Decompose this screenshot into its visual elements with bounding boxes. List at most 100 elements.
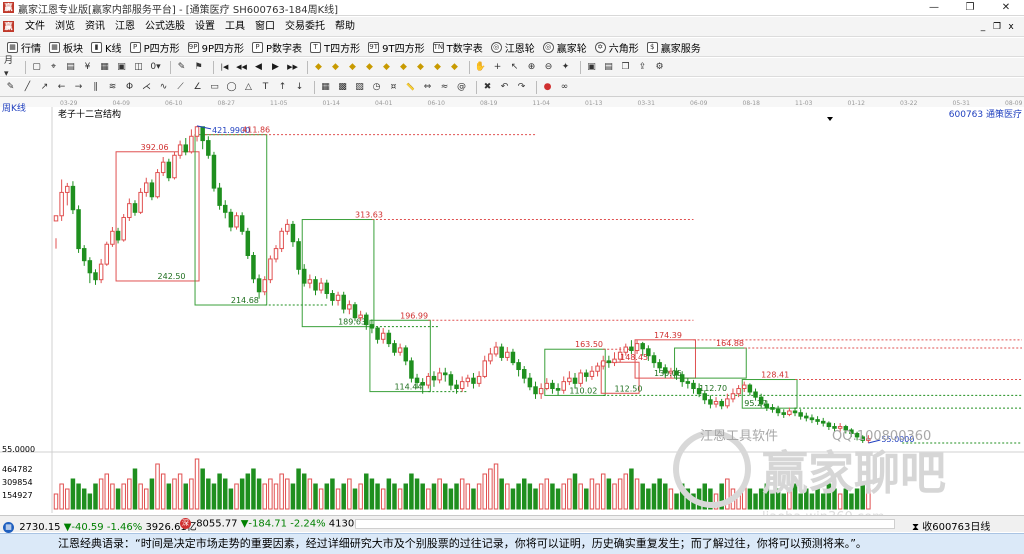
diamond-7-icon[interactable]: ◆	[414, 61, 427, 74]
menu-settings[interactable]: 设置	[190, 20, 220, 34]
magic-icon[interactable]: ✦	[559, 61, 572, 74]
finance-icon[interactable]: ¥	[81, 61, 94, 74]
drawing-set-icon[interactable]: ✎	[175, 61, 188, 74]
arrow-right-icon[interactable]: →	[72, 81, 85, 94]
toolbar-button-blocks[interactable]: ▦ 板块	[46, 40, 88, 55]
angle-icon[interactable]: ∠	[191, 81, 204, 94]
toolbar-button-p-number[interactable]: P P数字表	[249, 40, 307, 55]
channel-icon[interactable]: ≋	[106, 81, 119, 94]
parallel-icon[interactable]: ∥	[89, 81, 102, 94]
info-icon[interactable]: ◫	[132, 61, 145, 74]
period-dropdown-icon[interactable]: 月▾	[4, 56, 17, 79]
menu-gann[interactable]: 江恩	[110, 20, 140, 34]
menu-trade[interactable]: 交易委托	[280, 20, 330, 34]
diamond-8-icon[interactable]: ◆	[431, 61, 444, 74]
menu-news[interactable]: 资讯	[80, 20, 110, 34]
blank-tool-icon[interactable]: ▢	[30, 61, 43, 74]
diamond-4-icon[interactable]: ◆	[363, 61, 376, 74]
prev-icon[interactable]: ◀	[252, 61, 265, 74]
close-button[interactable]: ✕	[988, 0, 1024, 16]
time-icon[interactable]: ◷	[370, 81, 383, 94]
diamond-9-icon[interactable]: ◆	[448, 61, 461, 74]
pointer-icon[interactable]: ↖	[508, 61, 521, 74]
diamond-2-icon[interactable]: ◆	[329, 61, 342, 74]
delete-icon[interactable]: ✖	[481, 81, 494, 94]
crosshair-icon[interactable]: +	[491, 61, 504, 74]
chart-scrollbar[interactable]	[355, 519, 895, 529]
hand-icon[interactable]: ✋	[474, 61, 487, 74]
next-page-icon[interactable]: ▶▶	[286, 61, 299, 74]
toolbar-button-9t-square[interactable]: 9T 9T四方形	[365, 40, 429, 55]
toolbar-button-t-square[interactable]: T T四方形	[307, 40, 365, 55]
rect-icon[interactable]: ▭	[208, 81, 221, 94]
export-icon[interactable]: ⇪	[636, 61, 649, 74]
mdi-close-button[interactable]: x	[1004, 20, 1018, 34]
grid-tool-icon[interactable]: ▦	[319, 81, 332, 94]
menu-formula[interactable]: 公式选股	[140, 20, 190, 34]
redo-icon[interactable]: ↷	[515, 81, 528, 94]
fib-icon[interactable]: Φ	[123, 81, 136, 94]
infinity-icon[interactable]: ∞	[558, 81, 571, 94]
restore-button[interactable]: ❐	[952, 0, 988, 16]
ray-icon[interactable]: ↗	[38, 81, 51, 94]
palette-icon[interactable]: ●	[541, 81, 554, 94]
settings-icon[interactable]: ⚙	[653, 61, 666, 74]
gann-fan-icon[interactable]: ⋌	[140, 81, 153, 94]
chart-area[interactable]: 03-29 04-09 06-10 08-27 11-05 01-14 04-01 06-10…	[0, 97, 1024, 525]
gann-box-icon[interactable]: ▩	[336, 81, 349, 94]
copy-icon[interactable]: ❐	[619, 61, 632, 74]
menu-help[interactable]: 帮助	[330, 20, 360, 34]
first-icon[interactable]: |◀	[218, 61, 231, 74]
print-icon[interactable]: ▤	[602, 61, 615, 74]
window-list-icon[interactable]: ▤	[64, 61, 77, 74]
calendar-icon[interactable]: ▦	[98, 61, 111, 74]
toolbar-button-9p-square[interactable]: 9P 9P四方形	[185, 40, 249, 55]
toolbar-button-dollar[interactable]: $ 赢家服务	[644, 40, 706, 55]
diamond-3-icon[interactable]: ◆	[346, 61, 359, 74]
diamond-6-icon[interactable]: ◆	[397, 61, 410, 74]
text-icon[interactable]: T	[259, 81, 272, 94]
flag-icon[interactable]: ⚑	[192, 61, 205, 74]
mdi-minimize-button[interactable]: _	[976, 20, 990, 34]
sz-index[interactable]: 深 8055.77 ▼-184.71 -2.24% 4130.26	[180, 518, 370, 530]
kline-chart[interactable]: 03-29 04-09 06-10 08-27 11-05 01-14 04-01 06-10…	[0, 97, 1024, 525]
menu-window[interactable]: 窗口	[250, 20, 280, 34]
toolbar-button-t-number[interactable]: TN T数字表	[430, 40, 488, 55]
report-icon[interactable]: ▣	[115, 61, 128, 74]
spiral-icon[interactable]: @	[455, 81, 468, 94]
toolbar-button-hexagram[interactable]: ✡ 六角形	[592, 40, 644, 55]
line-icon[interactable]: ╱	[21, 81, 34, 94]
toolbar-button-p-square[interactable]: P P四方形	[127, 40, 185, 55]
zero-dropdown-icon[interactable]: 0▾	[149, 61, 162, 74]
pen-icon[interactable]: ✎	[4, 81, 17, 94]
menu-browse[interactable]: 浏览	[50, 20, 80, 34]
up-arrow-icon[interactable]: ↑	[276, 81, 289, 94]
undo-icon[interactable]: ↶	[498, 81, 511, 94]
cursor-icon[interactable]: ⌖	[47, 61, 60, 74]
menu-file[interactable]: 文件	[20, 20, 50, 34]
down-arrow-icon[interactable]: ↓	[293, 81, 306, 94]
ruler-icon[interactable]: 📏	[404, 81, 417, 94]
toolbar-button-grid[interactable]: ▦ 行情	[4, 40, 46, 55]
prev-page-icon[interactable]: ◀◀	[235, 61, 248, 74]
toolbar-button-kline[interactable]: ▮ K线	[88, 40, 127, 55]
zoom-out-icon[interactable]: ⊖	[542, 61, 555, 74]
cycle-icon[interactable]: ∿	[157, 81, 170, 94]
next-icon[interactable]: ▶	[269, 61, 282, 74]
diamond-5-icon[interactable]: ◆	[380, 61, 393, 74]
sh-index[interactable]: ▦ 2730.15 ▼-40.59 -1.46% 3926.61亿	[3, 518, 197, 533]
wave-icon[interactable]: ≈	[438, 81, 451, 94]
ellipse-icon[interactable]: ◯	[225, 81, 238, 94]
diamond-1-icon[interactable]: ◆	[312, 61, 325, 74]
speed-line-icon[interactable]: ⟋	[174, 81, 187, 94]
toolbar-button-winner-wheel[interactable]: ◎ 赢家轮	[540, 40, 592, 55]
minimize-button[interactable]: —	[916, 0, 952, 16]
square-9-icon[interactable]: ▧	[353, 81, 366, 94]
arrow-left-icon[interactable]: ←	[55, 81, 68, 94]
mdi-restore-button[interactable]: ❐	[990, 20, 1004, 34]
save-icon[interactable]: ▣	[585, 61, 598, 74]
price-icon[interactable]: ¤	[387, 81, 400, 94]
zoom-in-icon[interactable]: ⊕	[525, 61, 538, 74]
triangle-icon[interactable]: △	[242, 81, 255, 94]
measure-icon[interactable]: ⇔	[421, 81, 434, 94]
